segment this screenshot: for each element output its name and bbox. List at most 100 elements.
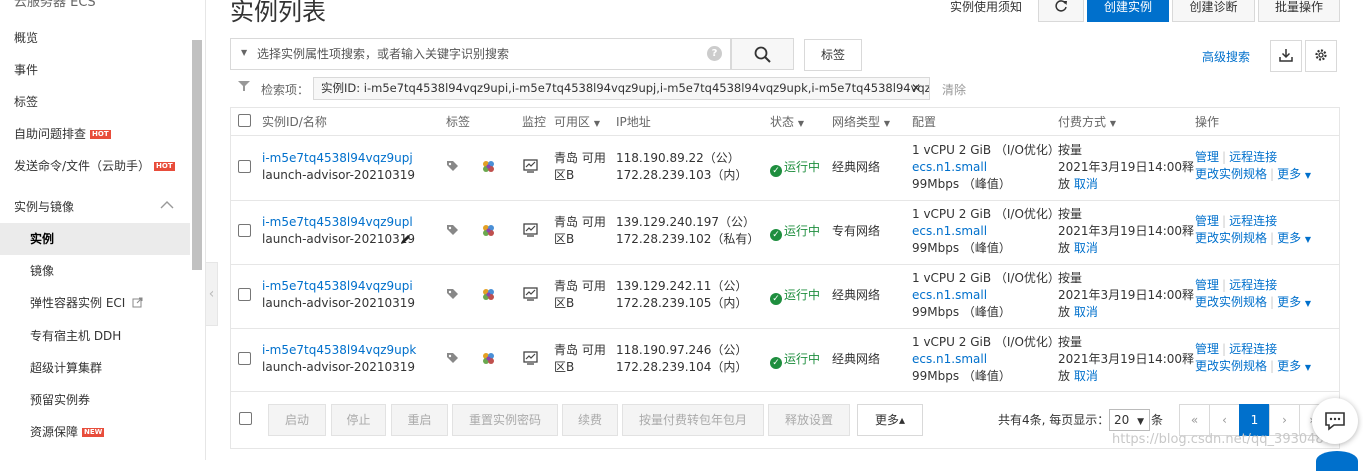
help-icon[interactable]: ?: [707, 46, 722, 61]
manage-link[interactable]: 管理: [1195, 150, 1219, 164]
release-settings-button[interactable]: 释放设置: [768, 404, 850, 436]
cancel-release-link[interactable]: 取消: [1074, 305, 1098, 319]
select-all-checkbox[interactable]: [238, 114, 251, 127]
monitor-chart-icon[interactable]: [523, 350, 538, 368]
tag-icon[interactable]: [446, 352, 459, 368]
sidebar-item-supercomputing[interactable]: 超级计算集群: [0, 352, 190, 384]
monitor-chart-icon[interactable]: [523, 222, 538, 240]
instance-type-link[interactable]: ecs.n1.small: [912, 351, 987, 368]
more-actions-link[interactable]: 更多: [1277, 167, 1301, 181]
search-box[interactable]: ▼ ?: [230, 38, 731, 70]
tag-filter-button[interactable]: 标签: [804, 39, 862, 71]
settings-button[interactable]: [1305, 40, 1337, 72]
stop-button[interactable]: 停止: [331, 404, 386, 436]
manage-link[interactable]: 管理: [1195, 278, 1219, 292]
change-spec-link[interactable]: 更改实例规格: [1195, 231, 1267, 245]
manage-link[interactable]: 管理: [1195, 214, 1219, 228]
app-icon[interactable]: [482, 224, 495, 240]
refresh-button[interactable]: [1038, 0, 1084, 22]
app-icon[interactable]: [482, 288, 495, 304]
search-input[interactable]: [257, 44, 697, 64]
instance-type-link[interactable]: ecs.n1.small: [912, 223, 987, 240]
watermark: https://blog.csdn.net/qq_39304865: [1112, 432, 1341, 447]
sidebar-item-label: 发送命令/文件（云助手）: [14, 159, 151, 173]
sidebar-scrollbar[interactable]: [192, 40, 202, 270]
footer-select-all-checkbox[interactable]: [239, 412, 252, 425]
remote-connect-link[interactable]: 远程连接: [1229, 342, 1277, 356]
create-instance-button[interactable]: 创建实例: [1087, 0, 1169, 22]
more-actions-link[interactable]: 更多: [1277, 295, 1301, 309]
monitor-chart-icon[interactable]: [523, 286, 538, 304]
private-ip: 172.28.239.102（私有）: [616, 232, 760, 246]
row-checkbox[interactable]: [238, 160, 251, 173]
instance-type-link[interactable]: ecs.n1.small: [912, 287, 987, 304]
cancel-release-link[interactable]: 取消: [1074, 177, 1098, 191]
sidebar-item-overview[interactable]: 概览: [0, 22, 190, 54]
usage-notes-link[interactable]: 实例使用须知: [950, 0, 1022, 15]
sidebar-item-eci[interactable]: 弹性容器实例 ECI: [0, 287, 190, 319]
renew-button[interactable]: 续费: [562, 404, 618, 436]
restart-button[interactable]: 重启: [391, 404, 448, 436]
sidebar-item-images[interactable]: 镜像: [0, 255, 190, 287]
row-checkbox[interactable]: [238, 288, 251, 301]
create-diagnosis-button[interactable]: 创建诊断: [1172, 0, 1255, 22]
sidebar-item-ddh[interactable]: 专有宿主机 DDH: [0, 320, 190, 352]
sidebar-item-tags[interactable]: 标签: [0, 86, 190, 118]
instance-id-link[interactable]: i-m5e7tq4538l94vqz9upi: [262, 278, 413, 295]
col-header-status[interactable]: 状态 ▼: [770, 108, 804, 136]
sidebar-item-troubleshoot[interactable]: 自助问题排查 HOT: [0, 118, 190, 150]
col-header-billing[interactable]: 付费方式 ▼: [1058, 108, 1116, 136]
instance-id-link[interactable]: i-m5e7tq4538l94vqz9upk: [262, 342, 416, 359]
remote-connect-link[interactable]: 远程连接: [1229, 150, 1277, 164]
tag-icon[interactable]: [446, 288, 459, 304]
app-icon[interactable]: [482, 160, 495, 176]
instance-id-link[interactable]: i-m5e7tq4538l94vqz9upj: [262, 150, 413, 167]
sidebar-item-events[interactable]: 事件: [0, 54, 190, 86]
more-actions-link[interactable]: 更多: [1277, 231, 1301, 245]
change-spec-link[interactable]: 更改实例规格: [1195, 295, 1267, 309]
reset-password-button[interactable]: 重置实例密码: [452, 404, 558, 436]
sidebar-item-cloud-assistant[interactable]: 发送命令/文件（云助手） HOT: [0, 150, 190, 182]
footer-more-button[interactable]: 更多▴: [857, 404, 923, 436]
remote-connect-link[interactable]: 远程连接: [1229, 278, 1277, 292]
advanced-search-link[interactable]: 高级搜索: [1202, 48, 1250, 65]
chat-icon: [1324, 410, 1346, 435]
edit-pencil-icon[interactable]: [399, 233, 412, 249]
change-spec-link[interactable]: 更改实例规格: [1195, 359, 1267, 373]
convert-billing-button[interactable]: 按量付费转包年包月: [622, 404, 764, 436]
sidebar-item-instances[interactable]: 实例: [0, 223, 190, 255]
row-checkbox[interactable]: [238, 224, 251, 237]
tag-icon[interactable]: [446, 224, 459, 240]
remote-connect-link[interactable]: 远程连接: [1229, 214, 1277, 228]
manage-link[interactable]: 管理: [1195, 342, 1219, 356]
sidebar-item-resource-guarantee[interactable]: 资源保障 NEW: [0, 416, 190, 448]
assistant-button[interactable]: [1316, 451, 1358, 471]
sidebar-item-reserved[interactable]: 预留实例券: [0, 384, 190, 416]
sidebar-collapse-handle[interactable]: ‹: [206, 262, 218, 326]
col-header-zone[interactable]: 可用区 ▼: [554, 108, 600, 136]
instance-type-link[interactable]: ecs.n1.small: [912, 159, 987, 176]
batch-operations-button[interactable]: 批量操作: [1258, 0, 1340, 22]
start-button[interactable]: 启动: [268, 404, 326, 436]
more-actions-link[interactable]: 更多: [1277, 359, 1301, 373]
col-header-network[interactable]: 网络类型 ▼: [832, 108, 890, 136]
instance-id-link[interactable]: i-m5e7tq4538l94vqz9upl: [262, 214, 413, 231]
page-size-select[interactable]: 20 ▼: [1109, 409, 1150, 431]
release-time: 2021年3月19日14:00释: [1058, 224, 1195, 238]
change-spec-link[interactable]: 更改实例规格: [1195, 167, 1267, 181]
close-icon[interactable]: ✕: [911, 78, 921, 99]
cancel-release-link[interactable]: 取消: [1074, 241, 1098, 255]
chevron-up-icon[interactable]: [160, 199, 174, 213]
monitor-chart-icon[interactable]: [523, 158, 538, 176]
instance-name: launch-advisor-20210319: [262, 360, 416, 374]
caret-down-icon[interactable]: ▼: [241, 48, 247, 57]
app-icon[interactable]: [482, 352, 495, 368]
chat-support-button[interactable]: [1312, 398, 1358, 444]
tag-icon[interactable]: [446, 160, 459, 176]
row-checkbox[interactable]: [238, 352, 251, 365]
cancel-release-link[interactable]: 取消: [1074, 369, 1098, 383]
clear-filter-link[interactable]: 清除: [942, 81, 966, 98]
search-button[interactable]: [731, 38, 794, 70]
separator: |: [1270, 295, 1275, 309]
download-button[interactable]: [1270, 40, 1302, 72]
